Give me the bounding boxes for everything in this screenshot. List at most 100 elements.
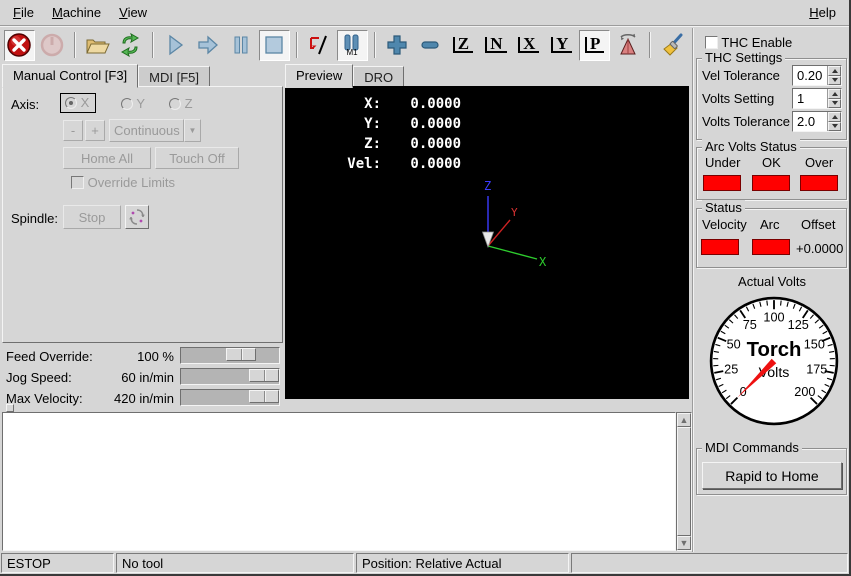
dro-readout: X:0.0000 Y:0.0000 Z:0.0000 Vel:0.0000 xyxy=(305,94,461,174)
broom-icon xyxy=(660,32,686,58)
override-limits-checkbox[interactable]: Override Limits xyxy=(71,175,175,190)
thc-enable-checkbox[interactable]: THC Enable xyxy=(705,35,792,50)
axis-z-label: Z xyxy=(484,179,491,193)
plus-button[interactable] xyxy=(382,30,413,61)
step-button[interactable] xyxy=(193,30,224,61)
svg-text:Torch: Torch xyxy=(747,339,802,361)
tab-preview[interactable]: Preview xyxy=(285,64,353,88)
view-perspective-button[interactable]: P xyxy=(579,30,610,61)
axis-radio-y[interactable]: Y xyxy=(121,96,145,111)
tab-mdi[interactable]: MDI [F5] xyxy=(138,66,210,87)
reload-button[interactable] xyxy=(115,30,146,61)
jog-speed-slider[interactable] xyxy=(180,368,280,385)
velocity-led xyxy=(701,239,739,255)
vel-tolerance-spinbox[interactable]: 0.20 xyxy=(792,65,842,86)
manual-tabs: Manual Control [F3] MDI [F5] xyxy=(2,64,210,87)
axis-radio-z[interactable]: Z xyxy=(169,96,193,111)
run-button[interactable] xyxy=(160,30,191,61)
view-z-rotated-button[interactable]: N xyxy=(480,30,511,61)
actual-volts-label: Actual Volts xyxy=(693,274,851,289)
estop-button[interactable] xyxy=(4,30,35,61)
machine-power-icon xyxy=(39,32,65,58)
tab-dro[interactable]: DRO xyxy=(353,66,404,87)
svg-text:200: 200 xyxy=(794,385,815,399)
volts-setting-spinbox[interactable]: 1 xyxy=(792,88,842,109)
ok-label: OK xyxy=(762,155,781,170)
scroll-down-icon[interactable]: ▼ xyxy=(677,536,691,550)
view-y-button[interactable]: Y xyxy=(546,30,577,61)
combobox-arrow-icon[interactable]: ▼ xyxy=(184,119,201,142)
under-led xyxy=(703,175,741,191)
thc-settings-title: THC Settings xyxy=(702,50,785,65)
spin-arrows-icon[interactable] xyxy=(827,112,841,131)
under-label: Under xyxy=(705,155,740,170)
message-scrollbar[interactable]: ▲ ▼ xyxy=(676,412,692,551)
preview-canvas[interactable]: X:0.0000 Y:0.0000 Z:0.0000 Vel:0.0000 Z … xyxy=(285,86,689,399)
view-z-rotated-icon: N xyxy=(485,37,506,53)
arc-label: Arc xyxy=(760,217,780,232)
machine-power-button[interactable] xyxy=(37,30,68,61)
scrollbar-thumb[interactable] xyxy=(677,427,691,536)
arc-led xyxy=(752,239,790,255)
rotate-view-button[interactable] xyxy=(612,30,643,61)
radio-z-icon xyxy=(169,98,181,110)
thc-settings-group: THC Settings Vel Tolerance 0.20 Volts Se… xyxy=(696,58,847,140)
spindle-stop-button[interactable]: Stop xyxy=(63,205,121,229)
view-x-button[interactable]: X xyxy=(513,30,544,61)
jog-plus-button[interactable]: + xyxy=(85,120,105,141)
message-textarea[interactable] xyxy=(2,412,676,551)
svg-text:50: 50 xyxy=(727,337,741,351)
velocity-label: Velocity xyxy=(702,217,747,232)
thc-enable-box-icon xyxy=(705,36,718,49)
arc-volts-status-title: Arc Volts Status xyxy=(702,139,800,154)
minus-icon xyxy=(417,32,443,58)
menu-view[interactable]: View xyxy=(110,2,156,23)
toolbar-separator xyxy=(374,32,376,58)
clear-plot-button[interactable] xyxy=(657,30,688,61)
ok-led xyxy=(752,175,790,191)
jog-mode-combobox[interactable]: Continuous ▼ xyxy=(109,119,201,142)
radio-x-icon xyxy=(65,97,77,109)
max-velocity-handle[interactable] xyxy=(249,390,279,403)
volts-tolerance-spinbox[interactable]: 2.0 xyxy=(792,111,842,132)
view-z-button[interactable]: Z xyxy=(447,30,478,61)
axis-y-label: Y xyxy=(511,206,518,219)
scroll-up-icon[interactable]: ▲ xyxy=(677,413,691,427)
jog-minus-button[interactable]: - xyxy=(63,120,83,141)
max-velocity-label: Max Velocity: xyxy=(6,391,83,406)
menu-machine[interactable]: Machine xyxy=(43,2,110,23)
home-all-button[interactable]: Home All xyxy=(63,147,151,169)
open-file-button[interactable] xyxy=(82,30,113,61)
arc-volts-status-group: Arc Volts Status Under OK Over xyxy=(696,147,847,200)
touch-off-button[interactable]: Touch Off xyxy=(155,147,239,169)
stop-button[interactable] xyxy=(259,30,290,61)
view-z-icon: Z xyxy=(453,37,473,53)
position-status: Position: Relative Actual xyxy=(356,553,569,573)
minus-button[interactable] xyxy=(414,30,445,61)
optional-stop-button[interactable]: M1 xyxy=(337,30,368,61)
over-led xyxy=(800,175,838,191)
preview-notebook: Preview DRO X:0.0000 Y:0.0000 Z:0.0000 V… xyxy=(285,64,690,410)
toolbar-separator xyxy=(74,32,76,58)
spin-arrows-icon[interactable] xyxy=(827,66,841,85)
spindle-brake-button[interactable] xyxy=(125,205,149,229)
spin-arrows-icon[interactable] xyxy=(827,89,841,108)
m1-icon: M1 xyxy=(341,34,363,56)
view-y-icon: Y xyxy=(551,37,572,53)
feed-override-handle[interactable] xyxy=(226,348,256,361)
feed-override-slider[interactable] xyxy=(180,347,280,364)
menu-help[interactable]: Help xyxy=(800,2,845,23)
rapid-to-home-button[interactable]: Rapid to Home xyxy=(702,462,842,489)
menu-file[interactable]: File xyxy=(4,2,43,23)
tool-status: No tool xyxy=(116,553,354,573)
pane-resize-grip[interactable] xyxy=(6,404,14,412)
run-from-line-button[interactable] xyxy=(304,30,335,61)
pause-button[interactable] xyxy=(226,30,257,61)
mdi-commands-group: MDI Commands Rapid to Home xyxy=(696,448,847,495)
spindle-label: Spindle: xyxy=(11,211,58,226)
jog-speed-handle[interactable] xyxy=(249,369,279,382)
max-velocity-slider[interactable] xyxy=(180,389,280,406)
tab-manual-control[interactable]: Manual Control [F3] xyxy=(2,64,138,88)
axis-radio-x[interactable]: X xyxy=(61,94,95,112)
stop-icon xyxy=(261,32,287,58)
